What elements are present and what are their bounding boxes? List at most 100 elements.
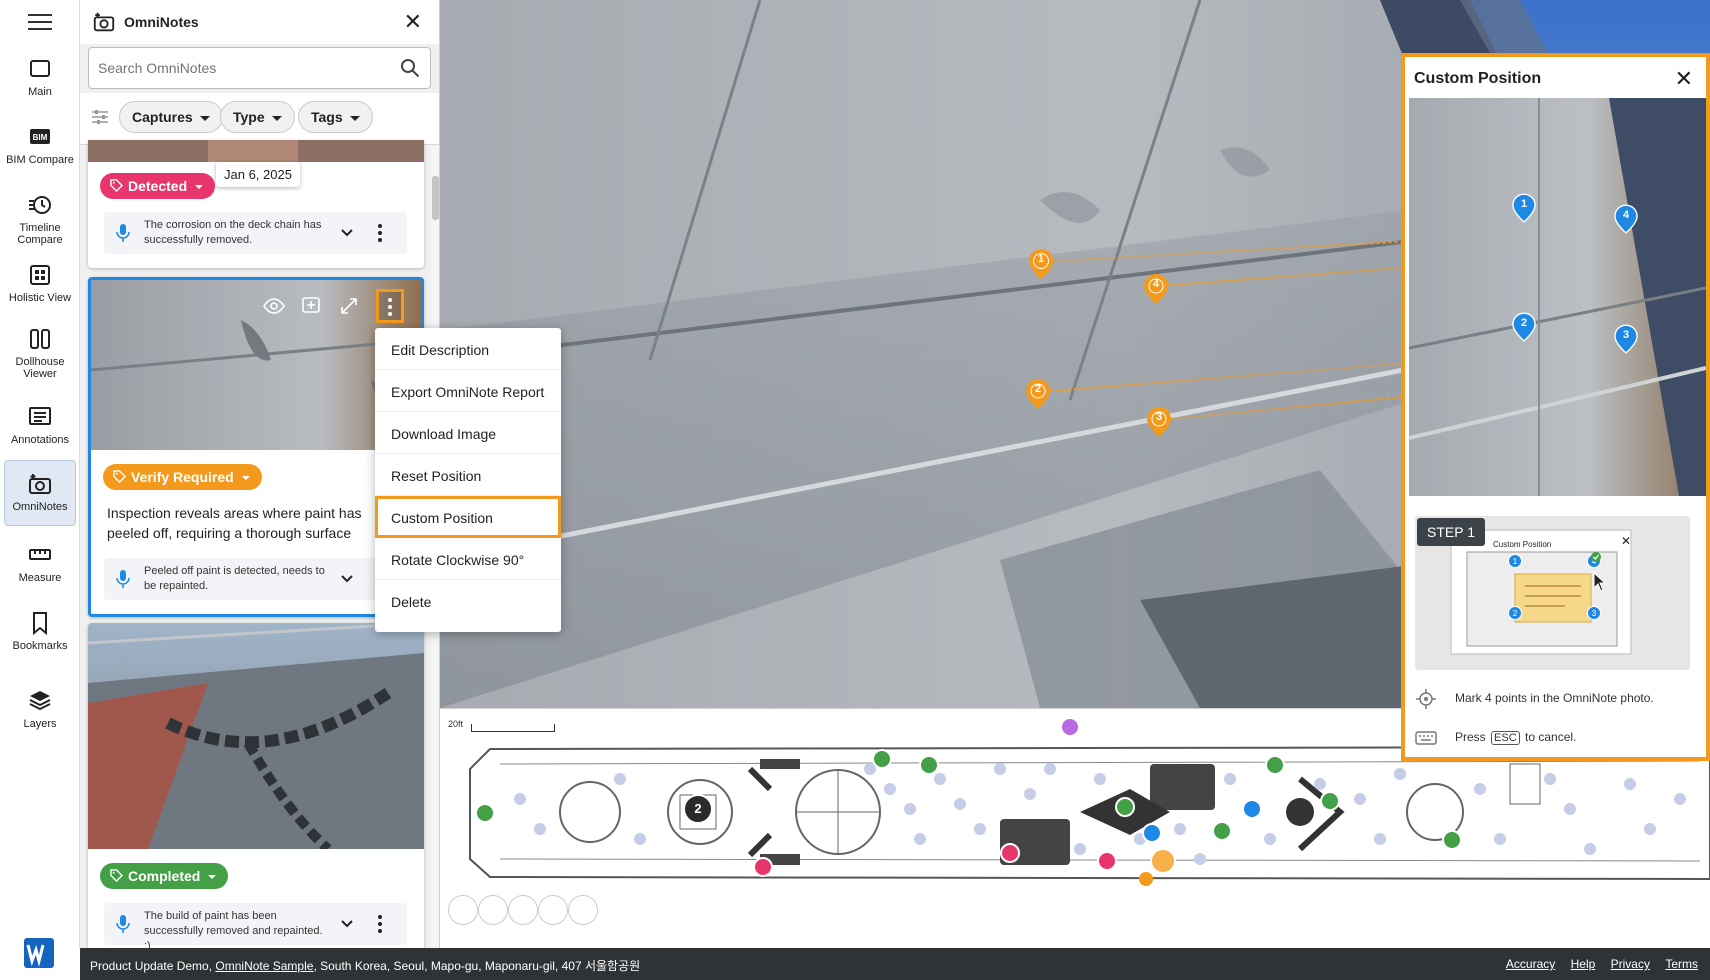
menu-item-custom-position[interactable]: Custom Position (375, 496, 561, 538)
viewer-marker-1[interactable]: 1 (1028, 248, 1054, 285)
scrollbar-thumb[interactable] (432, 176, 439, 220)
status-tag[interactable]: Detected (100, 173, 216, 199)
rail-item-label: Main (28, 86, 52, 98)
filter-bar: Captures Type Tags (80, 93, 439, 145)
rail-item-omninotes[interactable]: OmniNotes (4, 460, 76, 526)
avatar[interactable] (538, 895, 568, 925)
footer-link-help[interactable]: Help (1571, 957, 1596, 971)
panel-header: OmniNotes ✕ (80, 0, 439, 44)
thumb-close-icon: ✕ (1621, 534, 1632, 548)
tag-icon (110, 179, 124, 193)
more-vertical-icon[interactable] (376, 913, 384, 935)
footer-link-accuracy[interactable]: Accuracy (1506, 957, 1555, 971)
annotations-icon (29, 407, 51, 425)
date-tooltip: Jan 6, 2025 (216, 162, 300, 187)
dialog-title: Custom Position (1414, 70, 1542, 87)
caret-down-icon (241, 476, 250, 481)
photo-marker-4[interactable]: 4 (1614, 204, 1638, 239)
photo-marker-3[interactable]: 3 (1614, 324, 1638, 359)
menu-item-rotate-clockwise[interactable]: Rotate Clockwise 90° (375, 538, 561, 580)
voice-transcript: The corrosion on the deck chain has succ… (144, 219, 322, 246)
viewer-marker-2[interactable]: 2 (1025, 378, 1051, 415)
keyboard-icon (1415, 731, 1437, 745)
voice-note: The corrosion on the deck chain has succ… (104, 212, 407, 254)
chevron-down-icon[interactable] (340, 226, 354, 240)
esc-key: ESC (1491, 731, 1520, 745)
status-tag[interactable]: Verify Required (103, 464, 262, 490)
rail-item-timeline-compare[interactable]: Timeline Compare (4, 188, 76, 250)
note-card[interactable]: Detected The corrosion on the deck chain… (88, 140, 424, 268)
menu-item-export-report[interactable]: Export OmniNote Report (375, 370, 561, 412)
avatar[interactable] (508, 895, 538, 925)
rail-item-layers[interactable]: Layers (4, 686, 76, 736)
camera-note-icon (29, 474, 51, 494)
dollhouse-icon (30, 329, 50, 349)
menu-item-edit-description[interactable]: Edit Description (375, 328, 561, 370)
rail-item-annotations[interactable]: Annotations (4, 402, 76, 452)
sample-link[interactable]: OmniNote Sample (215, 959, 313, 973)
menu-item-reset-position[interactable]: Reset Position (375, 454, 561, 496)
eye-icon[interactable] (263, 298, 285, 314)
cluster-count-badge[interactable]: 2 (692, 801, 704, 816)
thumb-marker-3: 3 (1587, 606, 1601, 620)
rail-item-bookmarks[interactable]: Bookmarks (4, 608, 76, 658)
footer-link-privacy[interactable]: Privacy (1611, 957, 1650, 971)
chevron-down-icon[interactable] (340, 917, 354, 931)
rail-item-dollhouse-viewer[interactable]: Dollhouse Viewer (4, 322, 76, 384)
microphone-icon[interactable] (116, 223, 130, 243)
filter-tags[interactable]: Tags (298, 101, 373, 133)
expand-icon[interactable] (339, 296, 359, 316)
viewer-marker-4[interactable]: 4 (1143, 273, 1169, 310)
rail-item-main[interactable]: Main (4, 44, 76, 110)
thumb-marker-1: 1 (1508, 554, 1522, 568)
search-box (88, 47, 431, 89)
caret-down-icon (271, 115, 282, 121)
photo-preview (1409, 98, 1706, 496)
menu-item-download-image[interactable]: Download Image (375, 412, 561, 454)
thumb-marker-2: 2 (1508, 606, 1522, 620)
rail-item-label: Measure (18, 572, 62, 584)
note-card[interactable]: Completed The build of paint has been su… (88, 623, 424, 948)
viewer-marker-3[interactable]: 3 (1146, 406, 1172, 443)
photo-marker-2[interactable]: 2 (1512, 312, 1536, 347)
microphone-icon[interactable] (116, 569, 130, 589)
avatar[interactable] (448, 895, 478, 925)
rail-item-holistic-view[interactable]: Holistic View (4, 260, 76, 310)
camera-note-icon (93, 12, 115, 32)
more-options-button[interactable] (376, 289, 404, 323)
caret-down-icon (199, 115, 210, 121)
microphone-icon[interactable] (116, 914, 130, 934)
footer-links: Accuracy Help Privacy Terms (1494, 957, 1698, 971)
grid-icon (30, 265, 50, 285)
menu-item-delete[interactable]: Delete (375, 580, 561, 622)
caret-down-icon (195, 185, 204, 190)
filter-type[interactable]: Type (220, 101, 295, 133)
rail-item-measure[interactable]: Measure (4, 540, 76, 590)
add-note-icon[interactable] (301, 296, 321, 316)
bookmark-icon (33, 612, 47, 636)
note-card-selected[interactable]: Verify Required Inspection reveals areas… (88, 277, 424, 617)
step-illustration: Custom Position ✕ 1 4 2 3 STEP 1 (1415, 516, 1690, 670)
hamburger-menu-icon[interactable] (28, 14, 52, 32)
avatar[interactable] (568, 895, 598, 925)
close-icon[interactable]: ✕ (404, 11, 422, 33)
photo-marker-1[interactable]: 1 (1512, 193, 1536, 228)
tag-icon (110, 869, 124, 883)
ruler-icon (29, 549, 51, 560)
rail-item-label: Annotations (10, 434, 70, 446)
close-icon[interactable]: ✕ (1675, 66, 1693, 92)
chevron-down-icon[interactable] (340, 572, 354, 586)
search-icon[interactable] (400, 58, 420, 78)
status-tag[interactable]: Completed (100, 863, 229, 889)
bim-icon: BIM (30, 129, 50, 144)
filter-captures[interactable]: Captures (119, 101, 223, 133)
rail-item-bim-compare[interactable]: BIM BIM Compare (4, 120, 76, 182)
filter-sliders-icon[interactable] (90, 107, 110, 127)
svg-text:BIM: BIM (33, 133, 48, 142)
search-input[interactable] (98, 48, 388, 88)
more-vertical-icon[interactable] (376, 222, 384, 244)
avatar[interactable] (478, 895, 508, 925)
caret-down-icon (208, 875, 217, 880)
omninote-photo[interactable]: 1 4 2 3 (1409, 98, 1706, 496)
footer-link-terms[interactable]: Terms (1665, 957, 1698, 971)
